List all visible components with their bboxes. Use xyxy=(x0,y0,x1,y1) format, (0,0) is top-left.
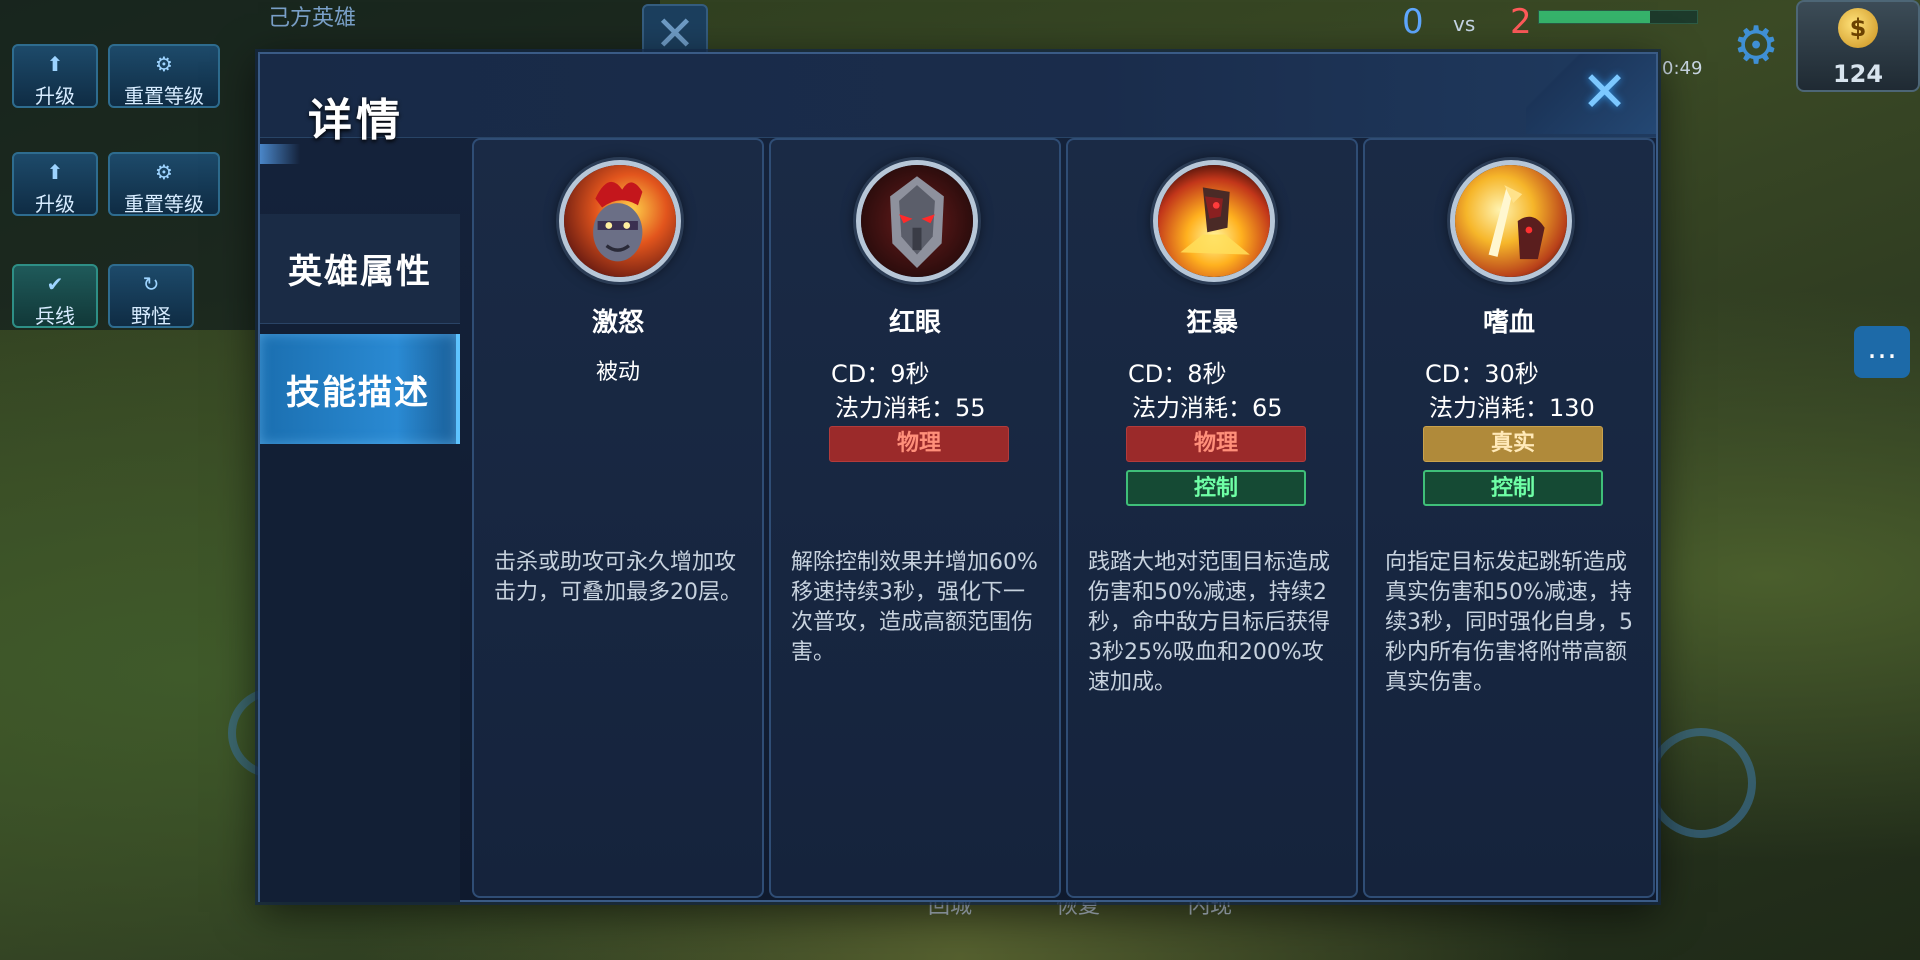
mana-cost-text: 法力消耗：65 xyxy=(1132,394,1283,422)
skill-ring xyxy=(1646,728,1756,838)
skill-description: 践踏大地对范围目标造成伤害和50%减速，持续2秒，命中敌方目标后获得3秒25%吸… xyxy=(1088,550,1331,695)
rage-hero-icon xyxy=(559,160,681,282)
cooldown-text: CD：30秒 xyxy=(1425,360,1539,388)
tab-hero-attributes[interactable]: 英雄属性 xyxy=(260,214,460,324)
mana-cost-text: 法力消耗：130 xyxy=(1429,394,1595,422)
settings-gear-icon[interactable]: ⚙ xyxy=(1728,18,1784,74)
dialog-header xyxy=(260,54,1656,138)
gear-icon: ⚙ xyxy=(155,52,173,76)
dialog-sidebar: 英雄属性 技能描述 xyxy=(260,214,460,902)
skill-card-3: 嗜血 CD：30秒 法力消耗：130 真实 控制 向指定目标发起跳斩造成真实伤害… xyxy=(1363,138,1655,898)
close-button[interactable]: ✕ xyxy=(1526,54,1656,134)
skill-cards: 激怒 被动 击杀或助攻可永久增加攻击力，可叠加最多20层。 红眼 CD：9秒 法… xyxy=(472,138,1655,898)
enemy-kill-score: 2 xyxy=(1510,2,1532,42)
skill-card-passive: 激怒 被动 击杀或助攻可永久增加攻击力，可叠加最多20层。 xyxy=(472,138,764,898)
match-timer: 0:49 xyxy=(1662,58,1703,79)
check-icon: ✔ xyxy=(46,272,64,296)
level-up-button-2[interactable]: ⬆ 升级 xyxy=(12,152,98,216)
chat-icon[interactable]: … xyxy=(1854,326,1910,378)
red-eye-helmet-icon xyxy=(856,160,978,282)
skill-name: 嗜血 xyxy=(1482,308,1535,338)
dialog-title: 详情 xyxy=(308,95,404,146)
money-bag-icon: $ xyxy=(1838,8,1878,48)
title-accent xyxy=(260,144,300,164)
ally-heroes-title: 己方英雄 xyxy=(268,6,357,31)
details-dialog: 详情 ✕ 英雄属性 技能描述 激怒 被动 击杀或助攻可永久增加攻击力，可叠加最多… xyxy=(258,52,1658,902)
tab-skill-description[interactable]: 技能描述 xyxy=(260,334,460,444)
control-badge: 控制 xyxy=(1423,470,1603,506)
skill-description: 解除控制效果并增加60%移速持续3秒，强化下一次普攻，造成高额范围伤害。 xyxy=(791,550,1038,665)
arrow-up-icon: ⬆ xyxy=(46,160,64,184)
skill-name: 激怒 xyxy=(591,308,644,338)
arrow-up-icon: ⬆ xyxy=(46,52,64,76)
skill-card-2: 狂暴 CD：8秒 法力消耗：65 物理 控制 践踏大地对范围目标造成伤害和50%… xyxy=(1066,138,1358,898)
skill-name: 狂暴 xyxy=(1185,308,1238,338)
gear-icon: ⚙ xyxy=(155,160,173,184)
skill-description: 击杀或助攻可永久增加攻击力，可叠加最多20层。 xyxy=(494,550,742,605)
skill-name: 红眼 xyxy=(888,308,941,338)
skill-description: 向指定目标发起跳斩造成真实伤害和50%减速，持续3秒，同时强化自身，5秒内所有伤… xyxy=(1385,550,1633,695)
control-badge: 控制 xyxy=(1126,470,1306,506)
battery-bar xyxy=(1538,10,1698,24)
damage-type-badge: 物理 xyxy=(829,426,1009,462)
vs-label: vs xyxy=(1453,12,1476,36)
refresh-icon: ↻ xyxy=(142,272,160,296)
level-up-button[interactable]: ⬆ 升级 xyxy=(12,44,98,108)
mana-cost-text: 法力消耗：55 xyxy=(835,394,986,422)
ally-kill-score: 0 xyxy=(1402,2,1424,42)
skill-passive-label: 被动 xyxy=(595,360,640,385)
cooldown-text: CD：8秒 xyxy=(1128,360,1227,388)
bloodlust-leap-icon xyxy=(1450,160,1572,282)
skill-card-1: 红眼 CD：9秒 法力消耗：55 物理 解除控制效果并增加60%移速持续3秒，强… xyxy=(769,138,1061,898)
damage-type-badge: 真实 xyxy=(1423,426,1603,462)
damage-type-badge: 物理 xyxy=(1126,426,1306,462)
minion-toggle-button[interactable]: ✔ 兵线 xyxy=(12,264,98,328)
jungle-monster-button[interactable]: ↻ 野怪 xyxy=(108,264,194,328)
reset-level-button[interactable]: ⚙ 重置等级 xyxy=(108,44,220,108)
cooldown-text: CD：9秒 xyxy=(831,360,930,388)
gold-counter[interactable]: $ 124 xyxy=(1796,0,1920,92)
gold-amount: 124 xyxy=(1832,60,1884,88)
close-icon[interactable]: ✕ xyxy=(1581,60,1628,125)
frenzy-slam-icon xyxy=(1153,160,1275,282)
reset-level-button-2[interactable]: ⚙ 重置等级 xyxy=(108,152,220,216)
